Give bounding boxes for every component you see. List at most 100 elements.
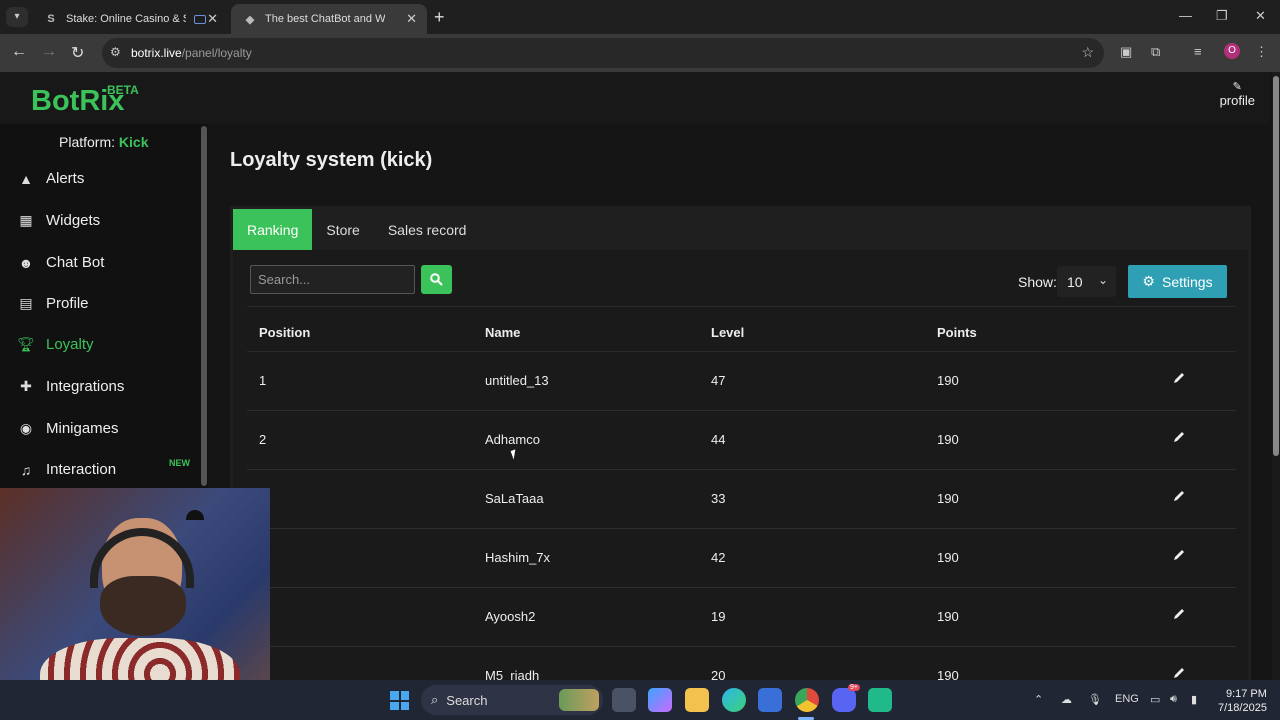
streamer-beard [100, 576, 186, 636]
scrollbar-thumb[interactable] [1273, 76, 1279, 456]
cell-level: 42 [711, 550, 726, 565]
cell-name: Adhamco [485, 432, 540, 447]
cell-level: 47 [711, 373, 726, 388]
reading-list-icon[interactable]: ≡ [1194, 44, 1202, 59]
sidebar-item-label: Interaction [46, 461, 117, 478]
sidebar-item-label: Profile [46, 295, 89, 312]
cell-points: 190 [937, 491, 959, 506]
cell-position: 2 [259, 432, 267, 447]
microsoft-store-icon[interactable] [758, 688, 782, 712]
column-header-name[interactable]: Name [485, 325, 520, 340]
restore-icon[interactable]: ❐ [1216, 8, 1228, 24]
tab-search-button[interactable]: ▾ [6, 7, 28, 27]
profile-link[interactable]: ✎ profile [1220, 80, 1255, 108]
forward-icon[interactable]: → [41, 43, 57, 61]
tab-sales-record[interactable]: Sales record [374, 209, 481, 250]
sidebar-item-label: Widgets [46, 212, 101, 229]
taskbar-search[interactable]: ⌕ Search [421, 685, 603, 715]
sidebar-item-minigames[interactable]: ◉ Minigames [17, 420, 119, 437]
edit-pencil-icon[interactable] [1172, 607, 1186, 621]
url-bar[interactable]: ⚙ botrix.live/panel/loyalty ☆ [102, 38, 1104, 68]
settings-label: Settings [1161, 273, 1213, 290]
close-window-icon[interactable]: ✕ [1255, 8, 1266, 24]
copilot-icon[interactable] [648, 688, 672, 712]
windows-start-icon[interactable] [390, 691, 409, 710]
column-header-position[interactable]: Position [259, 325, 310, 340]
sidebar-item-loyalty[interactable]: 🏆︎ Loyalty [17, 336, 93, 353]
search-input[interactable]: Search... [250, 265, 415, 294]
discord-icon[interactable]: 9+ [832, 684, 860, 712]
sidebar-item-profile[interactable]: ▤ Profile [17, 295, 89, 312]
browser-tab-botrix[interactable]: ◆ The best ChatBot and Widgets for Kick … [231, 4, 427, 34]
taskbar-clock[interactable]: 9:17 PM 7/18/2025 [1218, 687, 1267, 715]
show-label: Show: [1018, 274, 1057, 290]
tab-title: Stake: Online Casino & Sports [66, 13, 186, 25]
microphone-icon[interactable]: 🎙︎ [1088, 693, 1102, 706]
beta-badge: BETA [107, 83, 139, 97]
task-view-icon[interactable] [612, 688, 636, 712]
botrix-favicon-icon: ◆ [245, 13, 255, 26]
settings-button[interactable]: ⚙ Settings [1128, 265, 1227, 298]
edge-icon[interactable] [722, 688, 746, 712]
network-icon[interactable]: ▭ [1150, 693, 1160, 706]
tab-ranking[interactable]: Ranking [233, 209, 313, 250]
sidebar-item-integrations[interactable]: ✚ Integrations [17, 378, 124, 395]
sidebar-item-label: Chat Bot [46, 254, 105, 271]
edit-pencil-icon[interactable] [1172, 666, 1186, 680]
language-indicator[interactable]: ENG [1115, 693, 1139, 705]
bookmark-star-icon[interactable]: ☆ [1081, 44, 1094, 61]
browser-profile-avatar[interactable]: O [1224, 43, 1240, 59]
cell-name: SaLaTaaa [485, 491, 544, 506]
minimize-icon[interactable]: — [1179, 8, 1192, 23]
app-header: BotRix BETA ✎ profile [0, 72, 1270, 124]
browser-tab-stake[interactable]: S Stake: Online Casino & Sports ✕ [32, 4, 228, 34]
close-tab-icon[interactable]: ✕ [406, 11, 417, 27]
sidebar-item-alerts[interactable]: ▲ Alerts [17, 170, 84, 187]
taskbar-search-label: Search [446, 692, 488, 708]
onedrive-icon[interactable]: ☁ [1061, 693, 1072, 706]
main-content: Loyalty system (kick) Ranking Store Sale… [215, 124, 1270, 706]
sidebar-item-interaction[interactable]: ♫ Interaction [17, 461, 116, 478]
sidebar-item-label: Alerts [46, 170, 85, 187]
app-icon[interactable] [868, 688, 892, 712]
edit-pencil-icon[interactable] [1172, 371, 1186, 385]
page-size-select[interactable]: 10 ⌄ [1057, 266, 1116, 297]
cell-points: 190 [937, 609, 959, 624]
table-row: Hashim_7x 42 190 [247, 529, 1236, 588]
extension-shield-icon[interactable]: ▣ [1120, 44, 1132, 60]
chrome-icon[interactable] [795, 688, 819, 712]
cell-position: 1 [259, 373, 267, 388]
tab-store[interactable]: Store [312, 209, 373, 250]
table-header: Position Name Level Points [247, 306, 1236, 352]
extensions-puzzle-icon[interactable]: ⧉ [1151, 44, 1160, 60]
lamp [186, 510, 204, 520]
cell-points: 190 [937, 550, 959, 565]
column-header-points[interactable]: Points [937, 325, 977, 340]
reload-icon[interactable]: ↻ [71, 43, 84, 63]
sidebar-item-widgets[interactable]: ▦ Widgets [17, 212, 100, 229]
sidebar-item-chat-bot[interactable]: ☻ Chat Bot [17, 254, 105, 271]
file-explorer-icon[interactable] [685, 688, 709, 712]
search-icon [430, 273, 443, 286]
media-playing-icon [194, 14, 206, 24]
cell-name: Hashim_7x [485, 550, 551, 565]
edit-pencil-icon[interactable] [1172, 548, 1186, 562]
sidebar-scrollbar[interactable] [201, 126, 207, 486]
battery-icon[interactable]: ▮ [1191, 693, 1197, 706]
tray-chevron-icon[interactable]: ⌃ [1034, 693, 1043, 706]
edit-pencil-icon[interactable] [1172, 489, 1186, 503]
pencil-icon: ✎ [1232, 81, 1242, 93]
table-row: Ayoosh2 19 190 [247, 588, 1236, 647]
id-card-icon: ▤ [19, 295, 33, 311]
column-header-level[interactable]: Level [711, 325, 744, 340]
volume-icon[interactable]: 🔊︎ [1170, 693, 1177, 706]
edit-pencil-icon[interactable] [1172, 430, 1186, 444]
back-icon[interactable]: ← [11, 43, 27, 61]
search-button[interactable] [421, 265, 452, 294]
close-tab-icon[interactable]: ✕ [207, 11, 218, 27]
url-path: /panel/loyalty [181, 46, 252, 60]
new-tab-icon[interactable]: + [434, 7, 445, 28]
menu-dots-icon[interactable]: ⋮ [1255, 44, 1268, 60]
site-info-icon[interactable]: ⚙ [110, 45, 121, 59]
page-scrollbar[interactable] [1272, 72, 1280, 680]
